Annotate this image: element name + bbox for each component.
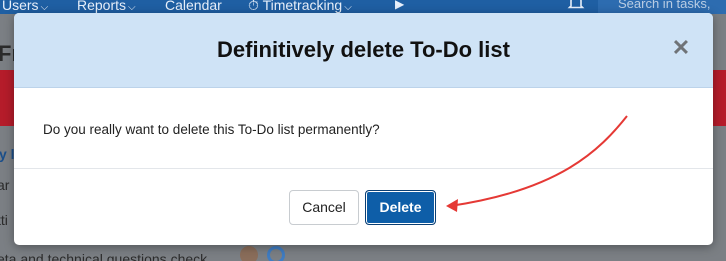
play-icon[interactable]: ▶ [395,0,404,11]
nav-item-users[interactable]: Users ⌵ [2,0,48,14]
search-placeholder: Search in tasks, [618,0,711,11]
avatar [240,246,258,261]
dialog-header: Definitively delete To-Do list ✕ [14,13,713,88]
dialog-title: Definitively delete To-Do list [217,37,510,62]
list-item: ar [0,177,10,193]
chevron-down-icon: ⌵ [344,2,352,13]
nav-item-label: Timetracking [262,0,343,13]
chevron-down-icon: ⌵ [40,2,49,13]
dialog-body: Do you really want to delete this To-Do … [14,89,713,168]
list-item: eta and technical questions check [0,251,208,261]
clock-icon: ⏱ [248,0,259,13]
nav-item-timetracking[interactable]: ⏱ Timetracking ⌵ [248,0,352,14]
delete-button[interactable]: Delete [365,190,436,225]
list-link[interactable]: y l [0,146,15,162]
nav-item-label: Users [2,0,39,13]
nav-item-label: Calendar [165,0,222,13]
dialog-message: Do you really want to delete this To-Do … [43,122,380,137]
dialog-footer: Cancel Delete [14,169,713,245]
search-input[interactable]: Search in tasks, [598,0,726,14]
nav-item-label: Reports [77,0,127,13]
status-circle-icon [267,246,285,261]
delete-todo-list-dialog: Definitively delete To-Do list ✕ Do you … [14,13,713,245]
cancel-button[interactable]: Cancel [289,190,359,225]
nav-item-calendar[interactable]: Calendar [165,0,222,14]
chevron-down-icon: ⌵ [128,2,136,13]
list-item: tti [0,212,8,228]
close-icon[interactable]: ✕ [670,37,692,59]
bell-icon[interactable] [567,0,585,12]
top-navigation-bar: Users ⌵ Reports ⌵ Calendar ⏱ Timetracking ⌵… [0,0,726,14]
nav-item-reports[interactable]: Reports ⌵ [77,0,136,14]
